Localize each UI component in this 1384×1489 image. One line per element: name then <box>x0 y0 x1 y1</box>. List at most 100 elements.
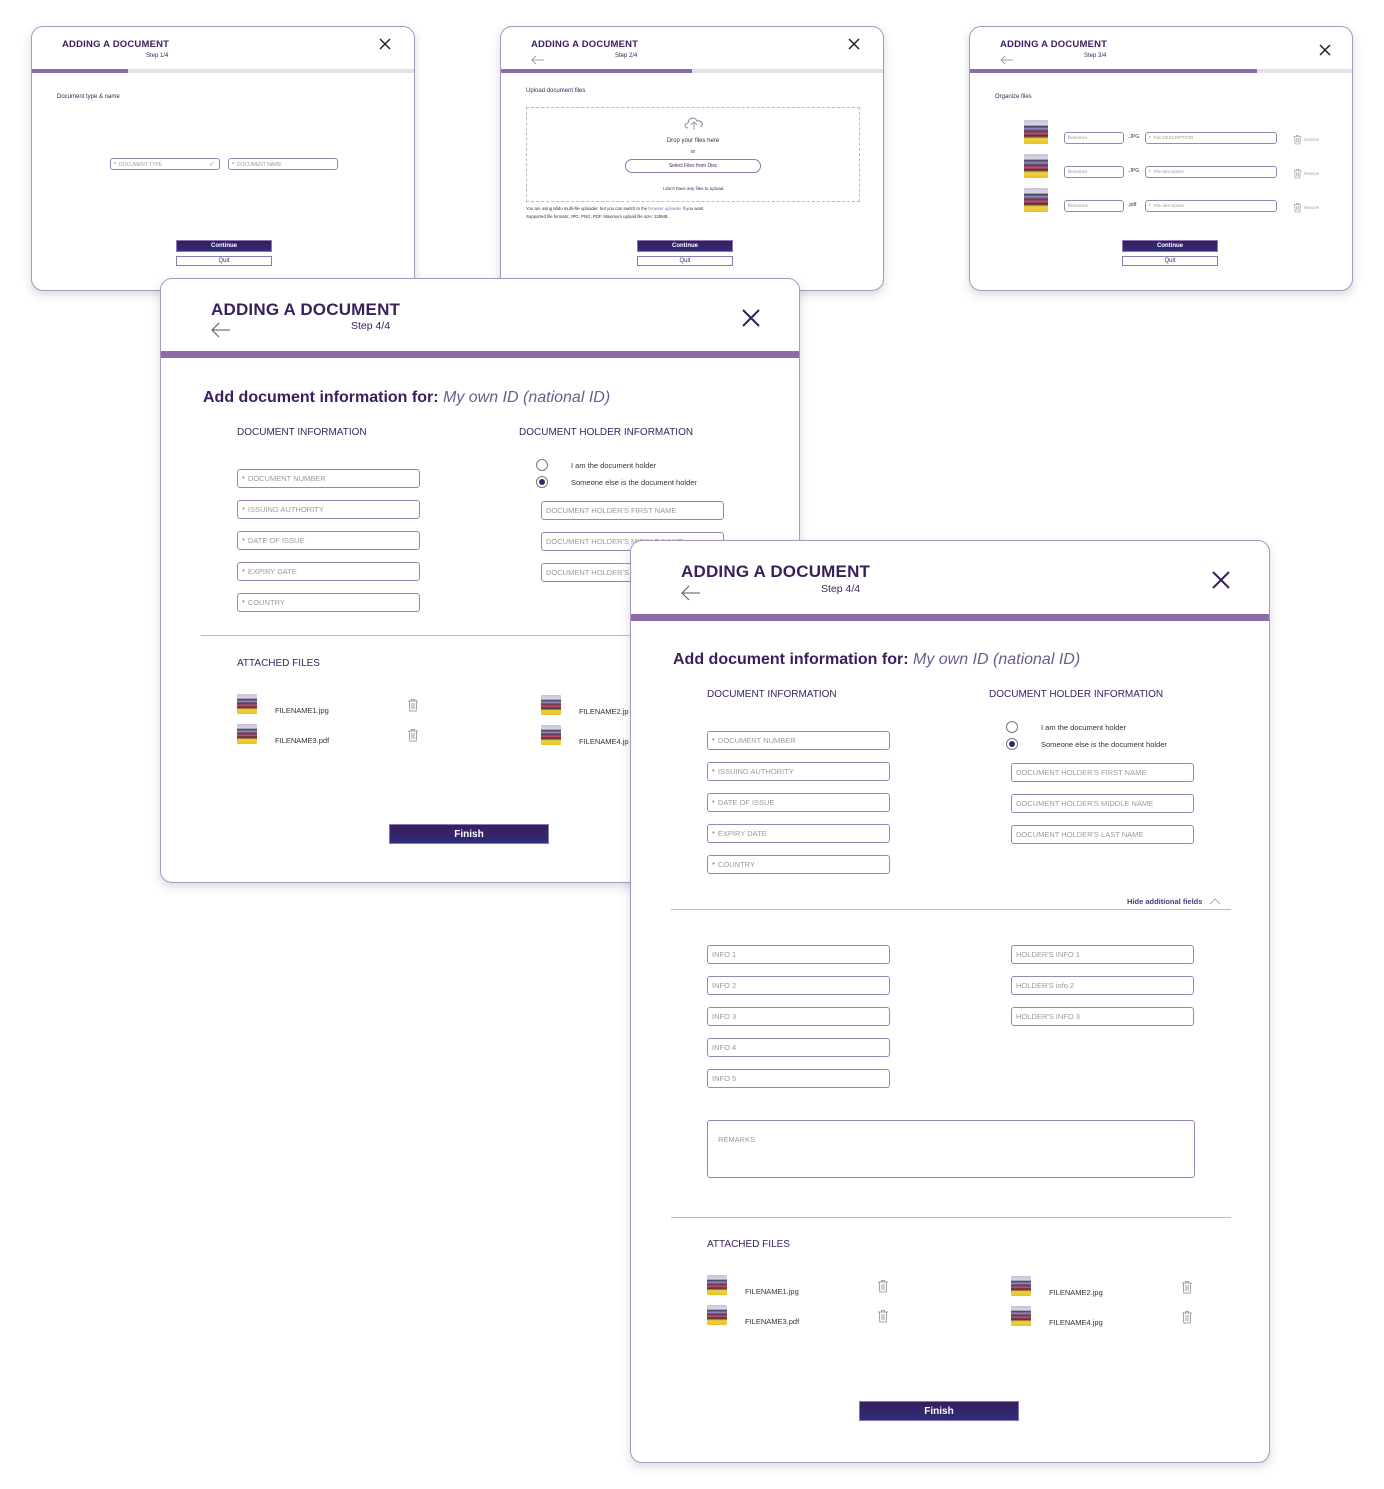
quit-button[interactable]: Quit <box>637 256 733 266</box>
filename-input[interactable]: filename1 <box>1064 132 1124 144</box>
document-field-document-number[interactable]: * DOCUMENT NUMBER <box>237 469 420 488</box>
finish-button[interactable]: Finish <box>389 824 549 844</box>
file-description-input[interactable]: * File description <box>1145 166 1277 178</box>
field-placeholder: EXPIRY DATE <box>717 829 767 838</box>
document-field-country[interactable]: * COUNTRY <box>237 593 420 612</box>
no-files-link[interactable]: I don't have any files to upload <box>527 186 859 191</box>
attached-filename: FILENAME3.pdf <box>275 736 330 745</box>
info-field-3[interactable]: INFO 3 <box>707 1007 890 1026</box>
select-files-button[interactable]: Select Files from Disc <box>625 159 761 173</box>
radio-label[interactable]: Someone else is the document holder <box>571 478 697 487</box>
holder-radio[interactable] <box>536 476 548 488</box>
progress-bar <box>501 69 883 73</box>
document-field-document-number[interactable]: * DOCUMENT NUMBER <box>707 731 890 750</box>
holder-radio[interactable] <box>536 459 548 471</box>
trash-icon[interactable] <box>1293 166 1302 179</box>
dropzone[interactable]: Drop your files here or Select Files fro… <box>526 107 860 202</box>
file-thumbnail <box>237 724 257 744</box>
remove-button[interactable]: REMOVE <box>1304 138 1319 142</box>
close-icon[interactable] <box>1318 43 1332 57</box>
progress-bar <box>161 351 799 358</box>
finish-button[interactable]: Finish <box>859 1401 1019 1421</box>
modal-title: ADDING A DOCUMENT <box>531 39 639 50</box>
document-field-issuing-authority[interactable]: * ISSUING AUTHORITY <box>707 762 890 781</box>
step-indicator: Step 4/4 <box>351 320 391 332</box>
document-field-country[interactable]: * COUNTRY <box>707 855 890 874</box>
field-placeholder: INFO 1 <box>712 950 737 959</box>
document-field-expiry-date[interactable]: * EXPIRY DATE <box>707 824 890 843</box>
holder-radio[interactable] <box>1006 721 1018 733</box>
arrow-left-icon[interactable] <box>211 322 231 338</box>
holder-field-1[interactable]: DOCUMENT HOLDER'S MIDDLE NAME <box>1011 794 1194 813</box>
radio-dot <box>1009 741 1015 747</box>
arrow-left-icon[interactable] <box>681 585 701 601</box>
holder-info-field-1[interactable]: HOLDER'S INFO 1 <box>1011 945 1194 964</box>
close-icon[interactable] <box>741 308 761 328</box>
field-placeholder: File DESCRIPTION <box>1153 135 1194 140</box>
continue-button[interactable]: Continue <box>1122 240 1218 252</box>
file-thumbnail <box>237 694 257 714</box>
info-field-4[interactable]: INFO 4 <box>707 1038 890 1057</box>
info-field-2[interactable]: INFO 2 <box>707 976 890 995</box>
required-mark: * <box>242 598 245 607</box>
file-extension: .JPG <box>1128 134 1140 140</box>
holder-info-label: DOCUMENT HOLDER INFORMATION <box>519 427 694 438</box>
radio-label[interactable]: Someone else is the document holder <box>1041 740 1167 749</box>
filename-input[interactable]: filename3 <box>1064 200 1124 212</box>
file-extension: .pdf <box>1128 202 1137 208</box>
trash-icon[interactable] <box>1181 1309 1193 1325</box>
field-placeholder: INFO 5 <box>712 1074 737 1083</box>
radio-label[interactable]: I am the document holder <box>1041 723 1126 732</box>
file-description-input[interactable]: * File description <box>1145 200 1277 212</box>
arrow-left-icon[interactable] <box>531 52 545 65</box>
required-mark: * <box>242 505 245 514</box>
progress-fill <box>501 69 692 73</box>
document-field-date-of-issue[interactable]: * DATE OF ISSUE <box>707 793 890 812</box>
info-field-5[interactable]: INFO 5 <box>707 1069 890 1088</box>
trash-icon[interactable] <box>877 1278 889 1294</box>
holder-info-field-3[interactable]: HOLDER'S INFO 3 <box>1011 1007 1194 1026</box>
document-field-expiry-date[interactable]: * EXPIRY DATE <box>237 562 420 581</box>
remove-button[interactable]: REMOVE <box>1304 172 1319 176</box>
filename-input[interactable]: filename2 <box>1064 166 1124 178</box>
continue-button[interactable]: Continue <box>637 240 733 252</box>
remove-button[interactable]: REMOVE <box>1304 206 1319 210</box>
holder-radio[interactable] <box>1006 738 1018 750</box>
trash-icon[interactable] <box>1293 200 1302 213</box>
document-name-input[interactable]: * DOCUMENT NAME <box>228 158 338 170</box>
document-field-date-of-issue[interactable]: * DATE OF ISSUE <box>237 531 420 550</box>
arrow-left-icon[interactable] <box>1000 52 1014 65</box>
document-field-issuing-authority[interactable]: * ISSUING AUTHORITY <box>237 500 420 519</box>
chevron-down-icon: ✓ <box>209 161 215 168</box>
close-icon[interactable] <box>378 37 392 51</box>
field-placeholder: File description <box>1153 169 1185 174</box>
holder-info-field-2[interactable]: HOLDER'S info 2 <box>1011 976 1194 995</box>
field-placeholder: COUNTRY <box>247 598 285 607</box>
progress-fill <box>32 69 128 73</box>
hide-additional-fields-toggle[interactable]: Hide additional fields <box>1127 897 1221 907</box>
quit-button[interactable]: Quit <box>1122 256 1218 266</box>
holder-field-0[interactable]: DOCUMENT HOLDER'S FIRST NAME <box>1011 763 1194 782</box>
document-info-label: DOCUMENT INFORMATION <box>237 427 367 438</box>
step-indicator: Step 4/4 <box>821 583 861 595</box>
file-description-input[interactable]: * File DESCRIPTION <box>1145 132 1277 144</box>
browser-uploader-link[interactable]: browser uploader <box>648 206 681 211</box>
radio-label[interactable]: I am the document holder <box>571 461 656 470</box>
trash-icon[interactable] <box>877 1308 889 1324</box>
field-placeholder: INFO 3 <box>712 1012 737 1021</box>
trash-icon[interactable] <box>407 727 419 743</box>
close-icon[interactable] <box>1211 570 1231 590</box>
field-placeholder: ISSUING AUTHORITY <box>247 505 324 514</box>
trash-icon[interactable] <box>407 697 419 713</box>
trash-icon[interactable] <box>1181 1279 1193 1295</box>
holder-field-0[interactable]: DOCUMENT HOLDER'S FIRST NAME <box>541 501 724 520</box>
info-field-1[interactable]: INFO 1 <box>707 945 890 964</box>
trash-icon[interactable] <box>1293 132 1302 145</box>
holder-field-2[interactable]: DOCUMENT HOLDER'S LAST NAME <box>1011 825 1194 844</box>
remarks-textarea[interactable]: REMARKS <box>707 1120 1195 1178</box>
close-icon[interactable] <box>847 37 861 51</box>
field-placeholder: DOCUMENT NUMBER <box>717 736 796 745</box>
quit-button[interactable]: Quit <box>176 256 272 266</box>
document-type-select[interactable]: * DOCUMENT TYPE ✓ <box>110 158 220 170</box>
continue-button[interactable]: Continue <box>176 240 272 252</box>
